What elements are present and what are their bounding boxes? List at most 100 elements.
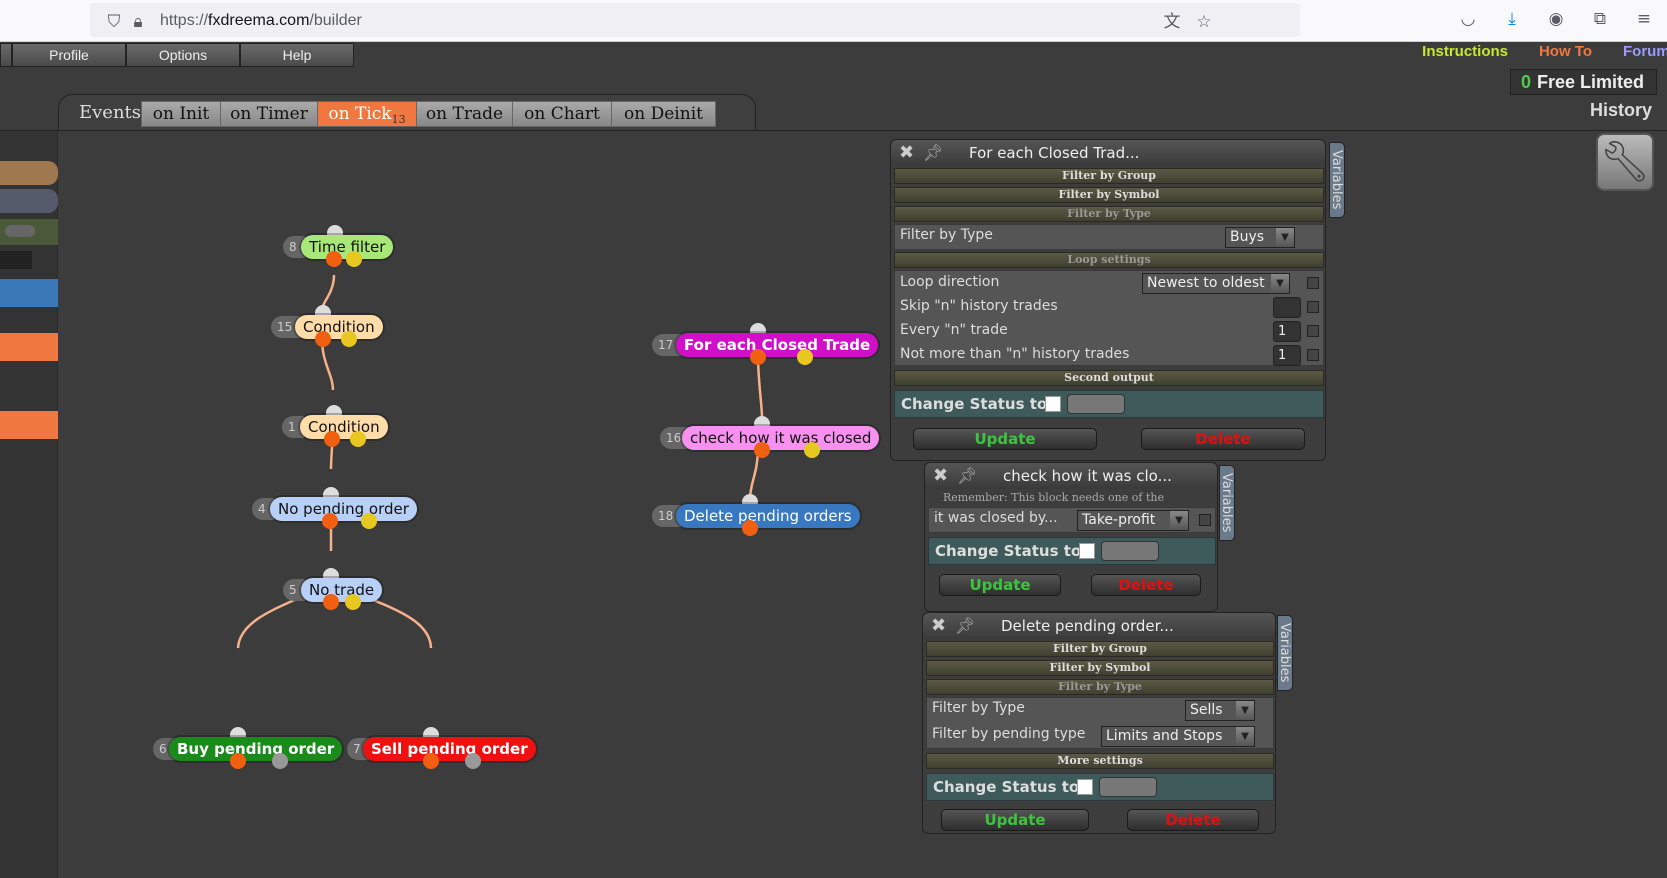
filter-type-select[interactable]: Buys ▼ bbox=[1225, 227, 1295, 248]
output-connector-alt[interactable] bbox=[804, 442, 820, 458]
closed-by-label: it was closed by... bbox=[934, 510, 1058, 526]
output-connector[interactable] bbox=[230, 753, 246, 769]
loop-settings-rows: Loop direction Newest to oldest ▼ Skip "n… bbox=[894, 270, 1324, 366]
output-connector-alt[interactable] bbox=[361, 513, 377, 529]
output-connector[interactable] bbox=[315, 331, 331, 347]
output-connector-alt[interactable] bbox=[345, 594, 361, 610]
output-connector[interactable] bbox=[322, 513, 338, 529]
loop-direction-select[interactable]: Newest to oldest ▼ bbox=[1142, 273, 1290, 294]
browser-toolbar: ⛉ 🔒︎ https://fxdreema.com/builder 文 ☆ ◡ … bbox=[0, 0, 1667, 42]
section-filter-symbol[interactable]: Filter by Symbol bbox=[894, 187, 1324, 203]
skip-input[interactable] bbox=[1273, 297, 1301, 318]
address-bar[interactable]: ⛉ 🔒︎ https://fxdreema.com/builder 文 ☆ bbox=[90, 3, 1300, 37]
pocket-icon[interactable]: ◡ bbox=[1458, 9, 1478, 29]
block-label: Condition bbox=[300, 415, 388, 439]
block-label: Sell pending order bbox=[363, 737, 536, 761]
filter-type-select[interactable]: Sells ▼ bbox=[1185, 700, 1255, 721]
filter-type-label: Filter by Type bbox=[932, 700, 1025, 716]
section-filter-type[interactable]: Filter by Type bbox=[894, 206, 1324, 222]
delete-button[interactable]: Delete bbox=[1127, 809, 1259, 831]
closed-by-select[interactable]: Take-profit ▼ bbox=[1077, 510, 1189, 531]
closed-by-checkbox[interactable] bbox=[1199, 514, 1211, 526]
block-sell-pending-order[interactable]: 7 Sell pending order bbox=[347, 727, 536, 769]
change-status-label: Change Status to bbox=[901, 395, 1048, 413]
change-status-checkbox[interactable] bbox=[1079, 543, 1095, 559]
block-buy-pending-order[interactable]: 6 Buy pending order bbox=[153, 727, 343, 769]
output-connector[interactable] bbox=[750, 349, 766, 365]
section-filter-group[interactable]: Filter by Group bbox=[894, 168, 1324, 184]
output-connector[interactable] bbox=[323, 594, 339, 610]
skip-label: Skip "n" history trades bbox=[900, 298, 1058, 314]
fxdreema-builder: Profile Options Help Instructions How To… bbox=[0, 43, 1667, 878]
update-button[interactable]: Update bbox=[939, 574, 1061, 596]
block-time-filter[interactable]: 8 Time filter bbox=[283, 225, 394, 267]
chevron-down-icon: ▼ bbox=[1170, 511, 1188, 530]
delete-button[interactable]: Delete bbox=[1141, 428, 1305, 450]
output-connector[interactable] bbox=[754, 442, 770, 458]
block-delete-pending-orders[interactable]: 18 Delete pending orders bbox=[652, 494, 860, 536]
every-input[interactable]: 1 bbox=[1273, 321, 1301, 342]
change-status-input[interactable] bbox=[1099, 777, 1157, 797]
menu-icon[interactable]: ≡ bbox=[1634, 9, 1654, 29]
download-icon[interactable]: ⤓ bbox=[1502, 9, 1522, 29]
panel-header[interactable]: ✖ 📌︎ check how it was clo... bbox=[925, 463, 1217, 489]
notmore-checkbox[interactable] bbox=[1307, 349, 1319, 361]
extensions-icon[interactable]: ⧉ bbox=[1590, 9, 1610, 29]
shield-icon[interactable]: ⛉ bbox=[104, 12, 124, 32]
update-button[interactable]: Update bbox=[913, 428, 1097, 450]
pin-icon[interactable]: 📌︎ bbox=[957, 463, 977, 489]
pin-icon[interactable]: 📌︎ bbox=[955, 613, 975, 639]
variables-tab[interactable]: Variables bbox=[1277, 615, 1293, 691]
output-connector[interactable] bbox=[326, 251, 342, 267]
close-icon[interactable]: ✖ bbox=[933, 463, 948, 489]
change-status-checkbox[interactable] bbox=[1077, 779, 1093, 795]
row-filter-type: Filter by Type Buys ▼ bbox=[894, 224, 1324, 250]
update-button[interactable]: Update bbox=[941, 809, 1089, 831]
every-checkbox[interactable] bbox=[1307, 325, 1319, 337]
change-status-input[interactable] bbox=[1067, 394, 1125, 414]
section-more-settings[interactable]: More settings bbox=[926, 753, 1274, 769]
block-condition-1[interactable]: 1 Condition bbox=[282, 405, 388, 447]
output-connector[interactable] bbox=[324, 431, 340, 447]
change-status-label: Change Status to bbox=[933, 778, 1080, 796]
close-icon[interactable]: ✖ bbox=[931, 613, 946, 639]
section-loop-settings[interactable]: Loop settings bbox=[894, 252, 1324, 268]
lock-icon[interactable]: 🔒︎ bbox=[128, 12, 148, 32]
output-connector-alt[interactable] bbox=[272, 753, 288, 769]
block-no-pending-order[interactable]: 4 No pending order bbox=[252, 487, 417, 529]
notmore-input[interactable]: 1 bbox=[1273, 345, 1301, 366]
output-connector-alt[interactable] bbox=[797, 349, 813, 365]
section-second-output[interactable]: Second output bbox=[894, 370, 1324, 386]
bookmark-star-icon[interactable]: ☆ bbox=[1194, 12, 1214, 32]
loop-direction-checkbox[interactable] bbox=[1307, 277, 1319, 289]
account-icon[interactable]: ◉ bbox=[1546, 9, 1566, 29]
pin-icon[interactable]: 📌︎ bbox=[923, 140, 943, 166]
close-icon[interactable]: ✖ bbox=[899, 140, 914, 166]
block-check-how-closed[interactable]: 16 check how it was closed bbox=[660, 416, 880, 458]
filter-type-value: Buys bbox=[1230, 229, 1265, 245]
output-connector-alt[interactable] bbox=[341, 331, 357, 347]
change-status-label: Change Status to bbox=[935, 542, 1082, 560]
panel-header[interactable]: ✖ 📌︎ For each Closed Trad... bbox=[891, 140, 1325, 166]
delete-button[interactable]: Delete bbox=[1091, 574, 1201, 596]
output-connector-alt[interactable] bbox=[346, 251, 362, 267]
output-connector[interactable] bbox=[742, 520, 758, 536]
variables-tab[interactable]: Variables bbox=[1329, 142, 1345, 218]
output-connector[interactable] bbox=[423, 753, 439, 769]
change-status-checkbox[interactable] bbox=[1045, 396, 1061, 412]
output-connector-alt[interactable] bbox=[350, 431, 366, 447]
section-filter-type[interactable]: Filter by Type bbox=[926, 679, 1274, 695]
block-for-each-closed-trade[interactable]: 17 For each Closed Trade bbox=[652, 323, 879, 365]
block-no-trade[interactable]: 5 No trade bbox=[283, 568, 383, 610]
variables-tab[interactable]: Variables bbox=[1219, 465, 1235, 541]
skip-checkbox[interactable] bbox=[1307, 301, 1319, 313]
pending-type-select[interactable]: Limits and Stops ▼ bbox=[1101, 726, 1255, 747]
section-filter-group[interactable]: Filter by Group bbox=[926, 641, 1274, 657]
section-filter-symbol[interactable]: Filter by Symbol bbox=[926, 660, 1274, 676]
output-connector-alt[interactable] bbox=[465, 753, 481, 769]
translate-icon[interactable]: 文 bbox=[1162, 12, 1182, 32]
panel-header[interactable]: ✖ 📌︎ Delete pending order... bbox=[923, 613, 1275, 639]
block-condition-15[interactable]: 15 Condition bbox=[271, 305, 383, 347]
change-status-input[interactable] bbox=[1101, 541, 1159, 561]
url-text[interactable]: https://fxdreema.com/builder bbox=[160, 12, 362, 30]
